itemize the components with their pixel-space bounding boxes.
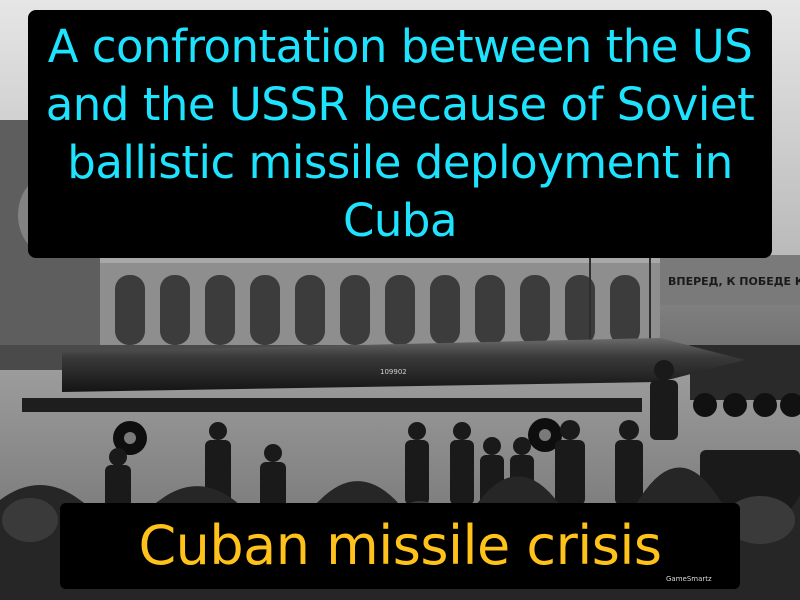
flashcard: ВПЕРЕД, К ПОБЕДЕ КО 109902 A confrontati… (0, 0, 800, 600)
definition-text: A confrontation between the US and the U… (45, 20, 755, 247)
banner-slogan: ВПЕРЕД, К ПОБЕДЕ КО (668, 275, 800, 288)
watermark-logo: GameSmartz (666, 575, 712, 583)
term-panel: Cuban missile crisis (60, 503, 740, 589)
term-title: Cuban missile crisis (138, 514, 662, 577)
missile-serial: 109902 (380, 368, 407, 376)
definition-panel: A confrontation between the US and the U… (28, 10, 772, 258)
